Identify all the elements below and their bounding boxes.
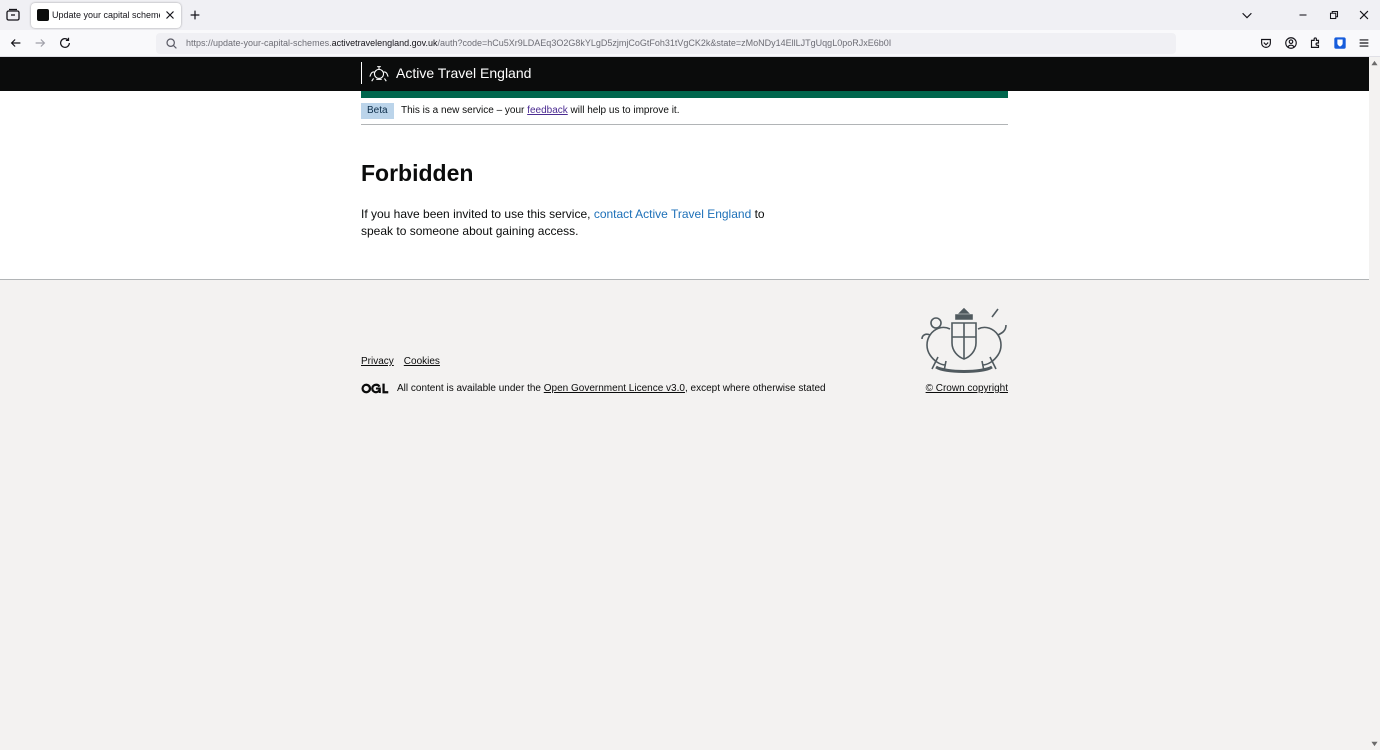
close-icon[interactable] xyxy=(163,8,177,22)
pocket-icon[interactable] xyxy=(1259,36,1273,50)
account-icon[interactable] xyxy=(1284,36,1298,50)
restore-icon[interactable] xyxy=(1327,8,1341,22)
tab-list-icon[interactable] xyxy=(5,7,21,23)
feedback-link[interactable]: feedback xyxy=(527,105,568,116)
page-title: Forbidden xyxy=(361,160,474,186)
phase-banner-text: This is a new service – your feedback wi… xyxy=(401,105,680,116)
back-icon[interactable] xyxy=(9,36,23,50)
contact-link[interactable]: contact Active Travel England xyxy=(594,207,751,221)
phase-banner: Beta This is a new service – your feedba… xyxy=(361,102,1008,125)
footer-links: Privacy Cookies xyxy=(361,355,450,369)
site-header: Active Travel England xyxy=(0,57,1369,91)
extensions-icon[interactable] xyxy=(1308,36,1322,50)
royal-arms-icon xyxy=(920,305,1008,377)
header-accent-bar xyxy=(361,91,1008,98)
ogl-icon xyxy=(361,383,389,394)
main-wrapper: Beta This is a new service – your feedba… xyxy=(0,91,1369,280)
service-name: Active Travel England xyxy=(396,65,532,81)
body-text: If you have been invited to use this ser… xyxy=(361,207,765,238)
crown-copyright-link[interactable]: © Crown copyright xyxy=(920,382,1008,396)
reload-icon[interactable] xyxy=(58,36,72,50)
bitwarden-icon[interactable] xyxy=(1333,36,1347,50)
navigation-toolbar: https://update-your-capital-schemes.acti… xyxy=(0,30,1380,57)
crest-icon xyxy=(368,63,390,83)
search-icon xyxy=(165,37,178,50)
tab-title: Update your capital schemes xyxy=(52,10,160,20)
header-logo-link[interactable]: Active Travel England xyxy=(361,62,531,84)
ogl-link[interactable]: Open Government Licence v3.0 xyxy=(544,383,685,394)
privacy-link[interactable]: Privacy xyxy=(361,356,394,367)
tab-active[interactable]: Update your capital schemes xyxy=(31,3,181,28)
scroll-down-arrow-icon[interactable] xyxy=(1371,740,1378,747)
page-viewport: Active Travel England Beta This is a new… xyxy=(0,57,1369,750)
menu-icon[interactable] xyxy=(1357,36,1371,50)
close-icon[interactable] xyxy=(1357,8,1371,22)
minimize-icon[interactable] xyxy=(1296,8,1310,22)
plus-icon[interactable] xyxy=(188,8,202,22)
licence-text: All content is available under the Open … xyxy=(397,383,826,394)
tab-bar: Update your capital schemes xyxy=(0,0,1380,30)
page-scrollbar[interactable] xyxy=(1369,57,1380,750)
favicon-icon xyxy=(37,9,49,21)
chevron-down-icon[interactable] xyxy=(1240,8,1254,22)
beta-tag: Beta xyxy=(361,103,394,119)
url-bar[interactable]: https://update-your-capital-schemes.acti… xyxy=(156,33,1176,54)
url-text: https://update-your-capital-schemes.acti… xyxy=(186,38,892,48)
cookies-link[interactable]: Cookies xyxy=(404,356,440,367)
scroll-up-arrow-icon[interactable] xyxy=(1371,60,1378,67)
forward-icon[interactable] xyxy=(33,36,47,50)
